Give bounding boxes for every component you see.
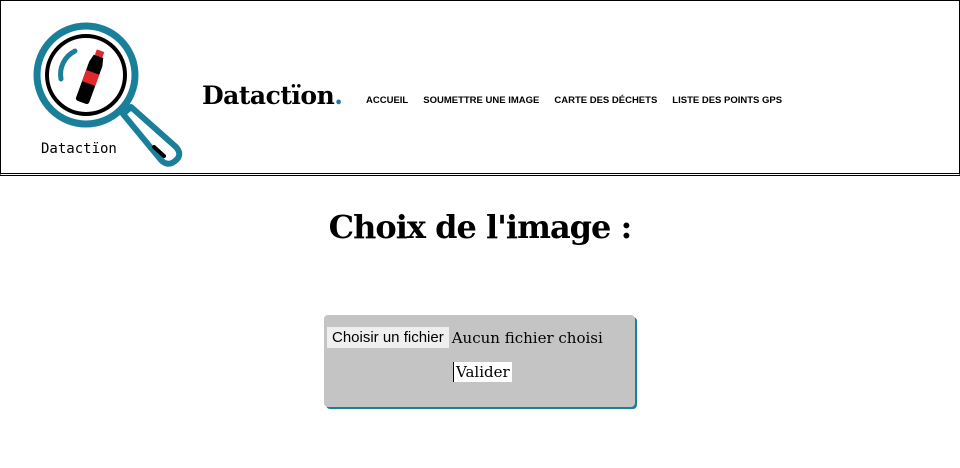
nav-link-accueil[interactable]: ACCUEIL [366, 95, 408, 106]
file-status-text: Aucun fichier choisi [451, 328, 603, 347]
logo-caption: Datactïon [41, 141, 117, 157]
brand-text: Datactïon [202, 81, 335, 110]
nav-link-carte-dechets[interactable]: CARTE DES DÉCHETS [554, 95, 657, 106]
brand-name[interactable]: Datactïon. [202, 81, 343, 110]
file-input[interactable]: Choisir un fichier Aucun fichier choisi [327, 327, 603, 348]
nav-link-liste-points-gps[interactable]: LISTE DES POINTS GPS [672, 95, 782, 106]
choose-file-button[interactable]: Choisir un fichier [327, 327, 449, 348]
main-nav: ACCUEIL SOUMETTRE UNE IMAGE CARTE DES DÉ… [366, 95, 797, 106]
brand-dot: . [334, 81, 343, 110]
page-title: Choix de l'image : [328, 208, 633, 246]
site-header: Datactïon Datactïon. ACCUEIL SOUMETTRE U… [0, 0, 960, 176]
nav-link-soumettre-image[interactable]: SOUMETTRE UNE IMAGE [423, 95, 539, 106]
submit-button[interactable]: Valider [453, 362, 512, 382]
upload-form: Choisir un fichier Aucun fichier choisi … [324, 315, 635, 407]
